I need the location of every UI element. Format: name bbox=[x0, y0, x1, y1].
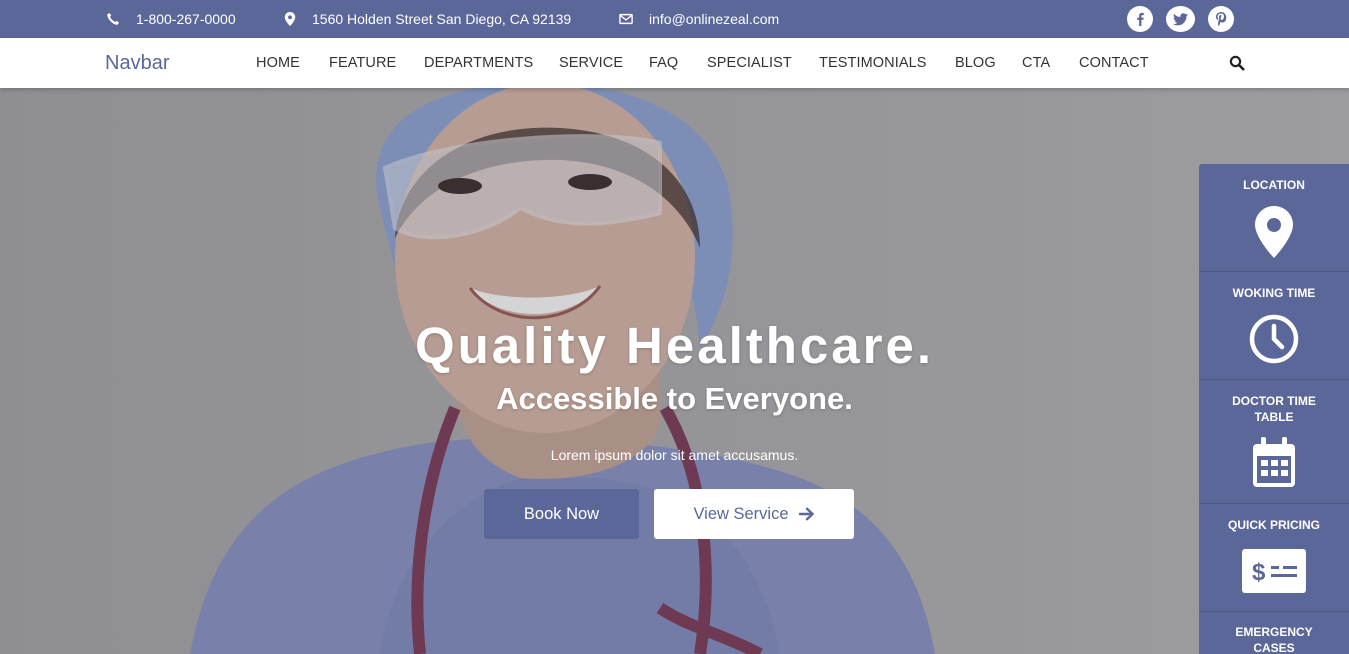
nav-link-cta[interactable]: CTA bbox=[1022, 38, 1050, 88]
nav-link-service[interactable]: SERVICE bbox=[559, 38, 623, 88]
pinterest-icon bbox=[1215, 11, 1227, 26]
money-check-icon: $ bbox=[1242, 549, 1306, 593]
search-button[interactable] bbox=[1229, 55, 1245, 71]
side-item-label: WOKING TIME bbox=[1232, 286, 1316, 300]
hero-title: Quality Healthcare. bbox=[414, 317, 934, 374]
facebook-link[interactable] bbox=[1127, 6, 1153, 32]
nav-link-feature[interactable]: FEATURE bbox=[329, 38, 396, 88]
top-bar: 1-800-267-0000 1560 Holden Street San Di… bbox=[0, 0, 1349, 38]
twitter-icon bbox=[1173, 12, 1188, 25]
hero-section: Quality Healthcare. Accessible to Everyo… bbox=[0, 88, 1349, 654]
address-text: 1560 Holden Street San Diego, CA 92139 bbox=[312, 11, 572, 27]
nav-link-specialist[interactable]: SPECIALIST bbox=[707, 38, 792, 88]
pinterest-link[interactable] bbox=[1208, 6, 1234, 32]
view-service-button[interactable]: View Service bbox=[654, 489, 854, 539]
nav-link-contact[interactable]: CONTACT bbox=[1079, 38, 1149, 88]
nav-link-blog[interactable]: BLOG bbox=[955, 38, 996, 88]
side-item-emergency[interactable]: EMERGENCY CASES bbox=[1199, 612, 1349, 654]
book-now-button[interactable]: Book Now bbox=[484, 489, 639, 539]
envelope-icon bbox=[619, 13, 633, 25]
clock-icon bbox=[1249, 314, 1299, 364]
arrow-right-icon bbox=[798, 507, 814, 521]
phone-icon bbox=[107, 13, 119, 25]
side-item-quick-pricing[interactable]: QUICK PRICING $ bbox=[1199, 504, 1349, 611]
phone-info[interactable]: 1-800-267-0000 bbox=[106, 0, 236, 38]
navbar-brand[interactable]: Navbar bbox=[105, 38, 169, 88]
map-marker-icon bbox=[284, 12, 296, 26]
nav-link-departments[interactable]: DEPARTMENTS bbox=[424, 38, 533, 88]
hero-description: Lorem ipsum dolor sit amet accusamus. bbox=[550, 447, 799, 463]
map-pin-icon bbox=[1255, 206, 1293, 258]
facebook-icon bbox=[1137, 12, 1144, 26]
calendar-icon bbox=[1253, 437, 1295, 487]
nav-link-testimonials[interactable]: TESTIMONIALS bbox=[819, 38, 927, 88]
side-item-working-time[interactable]: WOKING TIME bbox=[1199, 272, 1349, 379]
svg-text:$: $ bbox=[1252, 559, 1266, 586]
hero-subtitle: Accessible to Everyone. bbox=[496, 381, 853, 416]
side-item-label: EMERGENCY CASES bbox=[1235, 625, 1313, 654]
side-item-label: QUICK PRICING bbox=[1227, 518, 1320, 532]
side-item-label: LOCATION bbox=[1243, 178, 1305, 192]
email-info[interactable]: info@onlinezeal.com bbox=[619, 0, 779, 38]
search-icon bbox=[1229, 55, 1245, 71]
side-item-location[interactable]: LOCATION bbox=[1199, 164, 1349, 271]
twitter-link[interactable] bbox=[1166, 6, 1195, 32]
book-now-label: Book Now bbox=[523, 504, 600, 523]
nav-link-home[interactable]: HOME bbox=[256, 38, 300, 88]
nav-link-faq[interactable]: FAQ bbox=[649, 38, 678, 88]
main-navbar: Navbar HOME FEATURE DEPARTMENTS SERVICE … bbox=[0, 38, 1349, 88]
email-text: info@onlinezeal.com bbox=[649, 11, 780, 27]
phone-text: 1-800-267-0000 bbox=[136, 11, 236, 27]
side-item-doctor-timetable[interactable]: DOCTOR TIME TABLE bbox=[1199, 380, 1349, 503]
address-info: 1560 Holden Street San Diego, CA 92139 bbox=[284, 0, 571, 38]
side-item-label: DOCTOR TIME TABLE bbox=[1232, 394, 1316, 424]
view-service-label: View Service bbox=[693, 504, 789, 523]
